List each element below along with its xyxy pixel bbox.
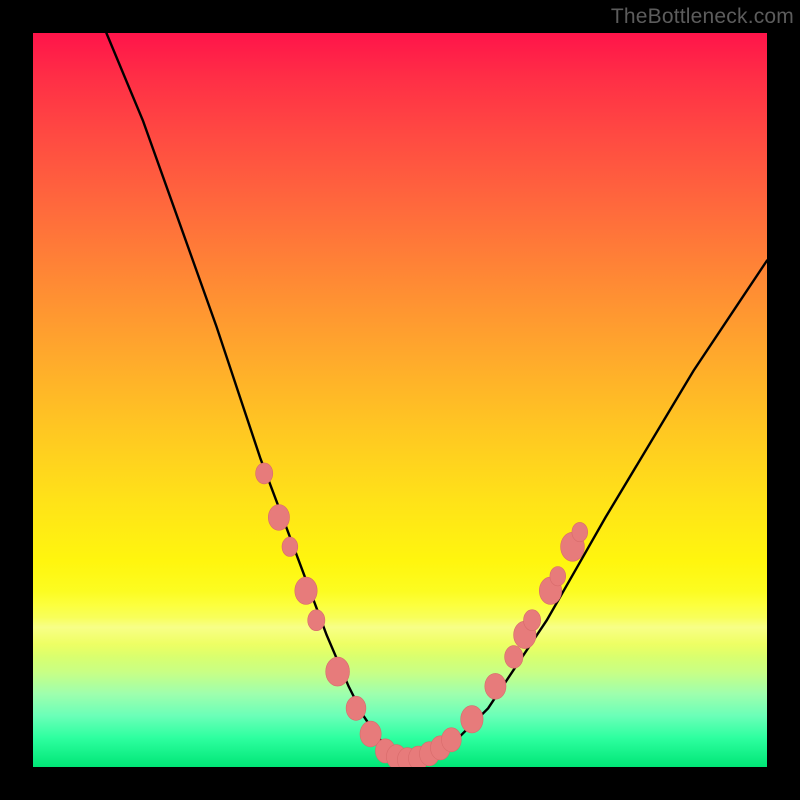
curve-layer (33, 33, 767, 767)
curve-marker (461, 706, 483, 733)
curve-marker (572, 522, 588, 541)
curve-marker (256, 463, 273, 484)
curve-marker (308, 610, 325, 631)
curve-marker (485, 673, 506, 699)
curve-marker (268, 505, 289, 531)
curve-marker (442, 728, 462, 752)
plot-area (33, 33, 767, 767)
curve-marker (282, 537, 298, 556)
curve-marker (346, 696, 366, 720)
curve-marker (550, 567, 566, 586)
curve-markers (256, 463, 588, 767)
curve-marker (505, 646, 523, 669)
bottleneck-curve (106, 33, 767, 760)
curve-marker (524, 610, 541, 631)
watermark-text: TheBottleneck.com (611, 5, 794, 29)
chart-frame: TheBottleneck.com (0, 0, 800, 800)
curve-marker (295, 577, 317, 604)
curve-marker (326, 657, 350, 686)
